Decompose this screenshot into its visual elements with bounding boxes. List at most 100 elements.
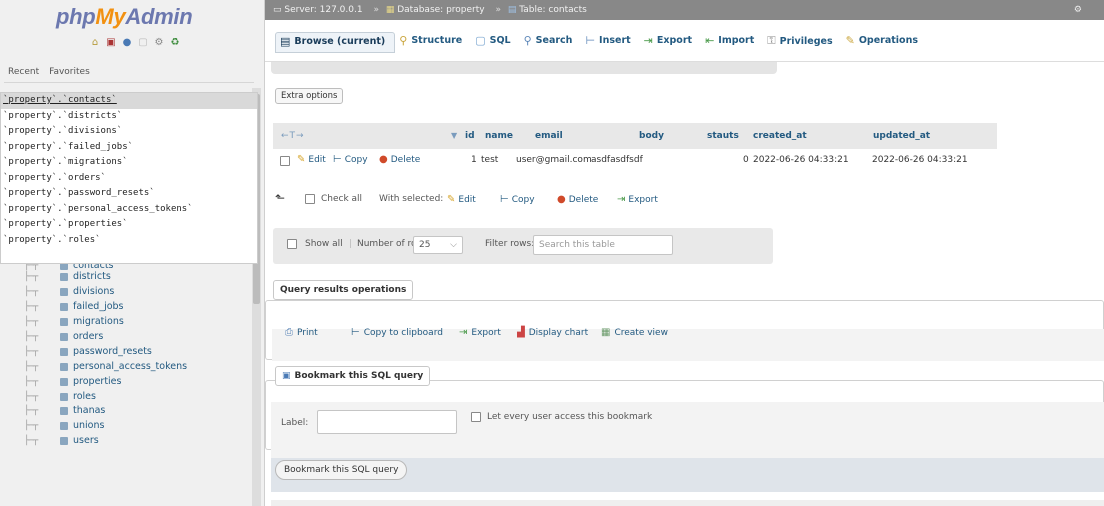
docs-icon[interactable]: ▢ (138, 38, 148, 48)
tree-item[interactable]: ├─┬ properties (24, 374, 187, 389)
bookmark-submit-button[interactable]: Bookmark this SQL query (275, 460, 408, 480)
tab-structure[interactable]: ⚲ Structure (395, 32, 471, 51)
selected-export-button[interactable]: ⇥ Export (617, 194, 658, 205)
tab-browse[interactable]: ▤ Browse (current) (275, 32, 396, 53)
tree-item[interactable]: ├─┬ unions (24, 419, 187, 434)
home-icon[interactable]: ⌂ (90, 38, 100, 48)
recent-table-item[interactable]: `property`.`personal_access_tokens` (1, 202, 257, 218)
recent-favorites-tabs: Recent Favorites (6, 66, 92, 78)
recent-table-item[interactable]: `property`.`properties` (1, 217, 257, 233)
column-header-updated-at[interactable]: updated_at (873, 131, 930, 141)
recent-table-item[interactable]: `property`.`password_resets` (1, 186, 257, 202)
settings-icon[interactable]: ⚙ (154, 38, 164, 48)
tree-item[interactable]: ├─┬ thanas (24, 404, 187, 419)
reload-icon[interactable]: ♻ (170, 38, 180, 48)
results-table-header: ←T→ ▼ id name email body stauts created_… (273, 123, 997, 149)
tab-favorites[interactable]: Favorites (47, 66, 92, 78)
print-link[interactable]: ⎙ Print (285, 327, 318, 338)
recent-table-item[interactable]: `property`.`roles` (1, 233, 257, 249)
check-all-checkbox[interactable] (305, 194, 315, 204)
phpmyadmin-logo[interactable]: phpMyAdmin (56, 4, 193, 30)
display-chart-link[interactable]: ▟ Display chart (517, 327, 588, 338)
tree-item[interactable]: ├─┬ migrations (24, 315, 187, 330)
browse-icon: ▤ (280, 35, 291, 48)
selected-edit-button[interactable]: ✎ Edit (447, 194, 476, 205)
tree-item[interactable]: ├─┬ users (24, 434, 187, 449)
cell-email[interactable]: user@gmail.com (516, 155, 592, 165)
pencil-icon: ✎ (297, 154, 306, 165)
chart-icon: ▟ (517, 327, 525, 338)
tab-operations[interactable]: ✎ Operations (842, 32, 927, 51)
recent-table-item[interactable]: `property`.`migrations` (1, 155, 257, 171)
extra-options-button[interactable]: Extra options (275, 88, 344, 104)
recent-table-item[interactable]: `property`.`failed_jobs` (1, 140, 257, 156)
recent-table-item[interactable]: `property`.`divisions` (1, 124, 257, 140)
cell-name[interactable]: test (481, 155, 498, 165)
navigation-strip (271, 62, 777, 74)
show-all-checkbox[interactable] (287, 239, 297, 249)
cell-id[interactable]: 1 (471, 155, 477, 165)
column-header-name[interactable]: name (485, 131, 513, 141)
view-icon: ▦ (601, 327, 611, 338)
filter-rows-input[interactable]: Search this table (533, 235, 673, 255)
column-header-id[interactable]: id (465, 131, 475, 141)
row-edit-link[interactable]: ✎ Edit (297, 154, 326, 165)
column-header-email[interactable]: email (535, 131, 563, 141)
create-view-link[interactable]: ▦ Create view (601, 327, 668, 338)
share-bookmark-checkbox[interactable] (471, 412, 481, 422)
cell-body[interactable]: asdfasdfsdf (591, 155, 643, 165)
tree-item[interactable]: ├─┬ failed_jobs (24, 300, 187, 315)
arrow-up-left-icon: ⬑ (275, 191, 286, 205)
bookmark-share-control[interactable]: Let every user access this bookmark (471, 412, 652, 422)
column-header-body[interactable]: body (639, 131, 664, 141)
check-all-control[interactable]: Check all (305, 194, 362, 204)
help-icon[interactable]: ● (122, 38, 132, 48)
recent-table-item[interactable]: `property`.`districts` (1, 109, 257, 125)
tab-insert[interactable]: ⊢ Insert (581, 32, 639, 51)
tab-search[interactable]: ⚲ Search (520, 32, 582, 51)
recent-table-item[interactable]: `property`.`orders` (1, 171, 257, 187)
bookmark-label-input[interactable] (317, 410, 457, 434)
cell-stauts[interactable]: 0 (743, 155, 749, 165)
breadcrumb-table[interactable]: Table: contacts (519, 5, 587, 15)
export-link[interactable]: ⇥ Export (459, 327, 501, 338)
table-icon (60, 273, 68, 282)
table-icon (60, 392, 68, 401)
row-checkbox[interactable] (280, 156, 290, 166)
cell-updated-at[interactable]: 2022-06-26 04:33:21 (872, 155, 968, 165)
cell-created-at[interactable]: 2022-06-26 04:33:21 (753, 155, 849, 165)
gear-icon[interactable]: ⚙ (1074, 0, 1082, 20)
tab-export[interactable]: ⇥ Export (640, 32, 701, 51)
column-header-stauts[interactable]: stauts (707, 131, 739, 141)
column-header-created-at[interactable]: created_at (753, 131, 807, 141)
row-delete-link[interactable]: ● Delete (379, 154, 420, 165)
selected-copy-button[interactable]: ⊢ Copy (500, 194, 535, 205)
selected-delete-button[interactable]: ● Delete (557, 194, 598, 205)
tab-recent[interactable]: Recent (6, 66, 41, 78)
rows-per-page-select[interactable]: 25 ⌵ (413, 236, 463, 254)
privileges-icon: ⚿ (767, 34, 776, 47)
tree-item[interactable]: ├─┬ roles (24, 389, 187, 404)
tab-privileges[interactable]: ⚿ Privileges (763, 32, 841, 52)
tree-item[interactable]: ├─┬ orders (24, 330, 187, 345)
tree-item[interactable]: ├─┬ personal_access_tokens (24, 359, 187, 374)
breadcrumb-database[interactable]: Database: property (397, 5, 484, 15)
query-results-legend: Query results operations (273, 280, 414, 300)
row-copy-link[interactable]: ⊢ Copy (333, 154, 368, 165)
tab-import[interactable]: ⇤ Import (701, 32, 763, 51)
copy-clipboard-link[interactable]: ⊢ Copy to clipboard (351, 327, 443, 338)
tree-item[interactable]: ├─┬ districts (24, 270, 187, 285)
tree-item[interactable]: ├─┬ divisions (24, 285, 187, 300)
database-icon: ▦ (385, 5, 395, 15)
import-icon: ⇤ (705, 34, 715, 47)
breadcrumb-server[interactable]: Server: 127.0.0.1 (284, 5, 362, 15)
recent-table-item[interactable]: `property`.`contacts` (1, 93, 257, 109)
bookmark-label-caption: Label: (281, 418, 309, 428)
column-arrows-icon[interactable]: ←T→ (281, 131, 305, 141)
show-all-control[interactable]: Show all (287, 239, 343, 249)
tab-sql[interactable]: ▢ SQL (471, 32, 519, 51)
tree-item[interactable]: ├─┬ password_resets (24, 344, 187, 359)
logout-icon[interactable]: ▣ (106, 38, 116, 48)
sort-icon[interactable]: ▼ (451, 131, 457, 140)
filter-rows-label: Filter rows: (485, 239, 535, 249)
